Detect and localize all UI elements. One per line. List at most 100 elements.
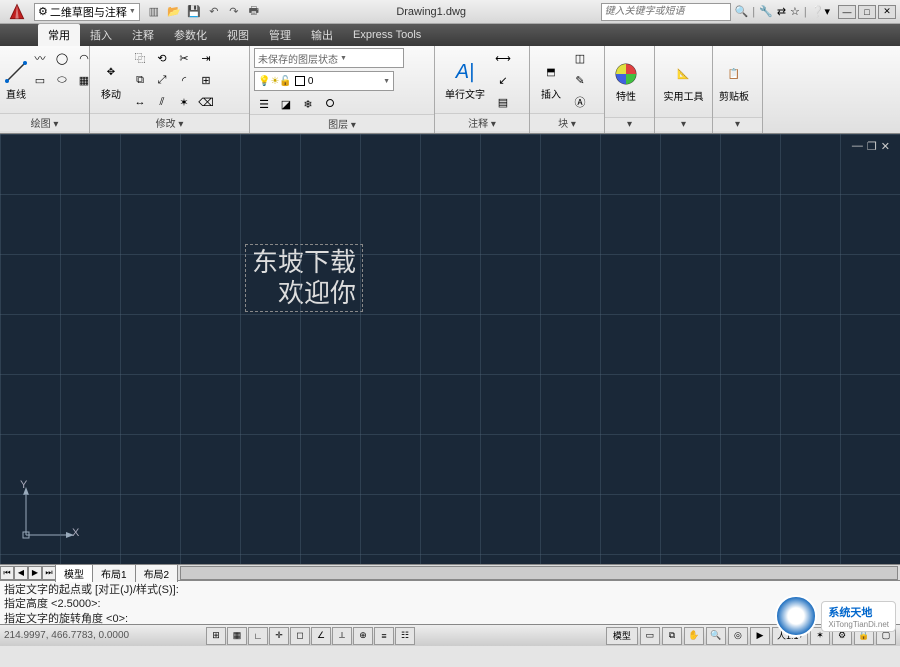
tab-parametric[interactable]: 参数化 xyxy=(164,24,217,46)
copy-icon[interactable]: ⿻ xyxy=(130,48,150,68)
anno-scale-label[interactable]: 人 1:1▾ xyxy=(772,627,808,645)
ortho-toggle[interactable]: ∟ xyxy=(248,627,268,645)
workspace-switch-icon[interactable]: ⚙ xyxy=(832,627,852,645)
offset-icon[interactable]: ⫽ xyxy=(152,92,172,112)
redo-icon[interactable]: ↷ xyxy=(226,4,242,20)
zoom-icon[interactable]: 🔍 xyxy=(706,627,726,645)
lwt-toggle[interactable]: ≡ xyxy=(374,627,394,645)
panel-util-title[interactable]: ▾ xyxy=(655,117,712,131)
coordinates-readout[interactable]: 214.9997, 466.7783, 0.0000 xyxy=(4,630,204,641)
rectangle-icon[interactable]: ▭ xyxy=(30,70,50,90)
properties-button[interactable]: 特性 xyxy=(609,48,643,117)
open-icon[interactable]: 📂 xyxy=(166,4,182,20)
panel-clip-title[interactable]: ▾ xyxy=(713,117,762,131)
model-space-button[interactable]: 模型 xyxy=(606,627,638,645)
panel-prop-title[interactable]: ▾ xyxy=(605,117,654,131)
new-icon[interactable]: ▥ xyxy=(146,4,162,20)
ellipse-icon[interactable]: ⬭ xyxy=(52,70,72,90)
qp-toggle[interactable]: ☷ xyxy=(395,627,415,645)
search-input[interactable] xyxy=(601,3,731,21)
panel-layer-title[interactable]: 图层 ▾ xyxy=(250,114,434,132)
doc-minimize-button[interactable]: — xyxy=(852,140,863,153)
stretch-icon[interactable]: ↔ xyxy=(130,92,150,112)
maximize-button[interactable]: □ xyxy=(858,5,876,19)
dimension-icon[interactable]: ⟷ xyxy=(493,48,513,68)
array-icon[interactable]: ⊞ xyxy=(196,70,216,90)
minimize-button[interactable]: — xyxy=(838,5,856,19)
showmotion-icon[interactable]: ▶ xyxy=(750,627,770,645)
close-button[interactable]: ✕ xyxy=(878,5,896,19)
dyn-toggle[interactable]: ⊕ xyxy=(353,627,373,645)
circle-icon[interactable]: ◯ xyxy=(52,48,72,68)
layer-freeze-icon[interactable]: ❄ xyxy=(298,94,318,114)
attrib-icon[interactable]: Ⓐ xyxy=(570,92,590,112)
tab-manage[interactable]: 管理 xyxy=(259,24,301,46)
toolbar-lock-icon[interactable]: 🔒 xyxy=(854,627,874,645)
table-icon[interactable]: ▤ xyxy=(493,92,513,112)
mirror-icon[interactable]: ⧉ xyxy=(130,70,150,90)
tab-prev-button[interactable]: ◀ xyxy=(14,566,28,580)
tab-annotate[interactable]: 注释 xyxy=(122,24,164,46)
pan-icon[interactable]: ✋ xyxy=(684,627,704,645)
binoculars-icon[interactable]: 🔍 xyxy=(735,5,749,18)
tab-home[interactable]: 常用 xyxy=(38,24,80,46)
undo-icon[interactable]: ↶ xyxy=(206,4,222,20)
osnap-toggle[interactable]: ◻ xyxy=(290,627,310,645)
panel-annot-title[interactable]: 注释 ▾ xyxy=(435,113,529,131)
anno-visibility-icon[interactable]: ✶ xyxy=(810,627,830,645)
layer-off-icon[interactable]: ⭘ xyxy=(320,94,340,114)
quickview-drawings-icon[interactable]: ⧉ xyxy=(662,627,682,645)
save-icon[interactable]: 💾 xyxy=(186,4,202,20)
scale-icon[interactable]: ⤢ xyxy=(152,70,172,90)
layout2-tab[interactable]: 布局2 xyxy=(135,564,179,582)
tab-output[interactable]: 输出 xyxy=(301,24,343,46)
drawing-canvas[interactable]: — ❐ ✕ 东坡下载 欢迎你 Y X xyxy=(0,134,900,564)
clean-screen-icon[interactable]: ▢ xyxy=(876,627,896,645)
create-block-icon[interactable]: ◫ xyxy=(570,48,590,68)
otrack-toggle[interactable]: ∠ xyxy=(311,627,331,645)
leader-icon[interactable]: ↙ xyxy=(493,70,513,90)
panel-draw-title[interactable]: 绘图 ▾ xyxy=(0,113,89,131)
rotate-icon[interactable]: ⟲ xyxy=(152,48,172,68)
layer-state-dropdown[interactable]: 未保存的图层状态▼ xyxy=(254,48,404,68)
panel-block-title[interactable]: 块 ▾ xyxy=(530,113,604,131)
tab-view[interactable]: 视图 xyxy=(217,24,259,46)
insert-button[interactable]: ⬒ 插入 xyxy=(534,48,568,113)
star-icon[interactable]: ☆ xyxy=(790,5,800,18)
tab-express[interactable]: Express Tools xyxy=(343,26,431,44)
clipboard-button[interactable]: 📋 剪贴板 xyxy=(717,48,751,117)
command-window[interactable]: 指定文字的起点或 [对正(J)/样式(S)]: 指定高度 <2.5000>: 指… xyxy=(0,580,900,624)
move-button[interactable]: ✥ 移动 xyxy=(94,48,128,113)
polar-toggle[interactable]: ✛ xyxy=(269,627,289,645)
horizontal-scrollbar[interactable] xyxy=(180,566,898,580)
tab-insert[interactable]: 插入 xyxy=(80,24,122,46)
fillet-icon[interactable]: ◜ xyxy=(174,70,194,90)
extend-icon[interactable]: ⇥ xyxy=(196,48,216,68)
ducs-toggle[interactable]: ⟂ xyxy=(332,627,352,645)
layer-iso-icon[interactable]: ◪ xyxy=(276,94,296,114)
polyline-icon[interactable]: 〰 xyxy=(30,48,50,68)
text-button[interactable]: A| 单行文字 xyxy=(439,48,491,113)
panel-modify-title[interactable]: 修改 ▾ xyxy=(90,113,249,131)
edit-block-icon[interactable]: ✎ xyxy=(570,70,590,90)
line-button[interactable]: 直线 xyxy=(4,48,28,113)
snap-toggle[interactable]: ⊞ xyxy=(206,627,226,645)
doc-restore-button[interactable]: ❐ xyxy=(867,140,877,153)
tab-first-button[interactable]: ⏮ xyxy=(0,566,14,580)
grid-toggle[interactable]: ▦ xyxy=(227,627,247,645)
workspace-dropdown[interactable]: ⚙ 二维草图与注释 ▼ xyxy=(34,3,140,21)
layout1-tab[interactable]: 布局1 xyxy=(92,564,136,582)
layer-dropdown[interactable]: 💡 ☀ 🔓 0 ▼ xyxy=(254,71,394,91)
quickview-layouts-icon[interactable]: ▭ xyxy=(640,627,660,645)
tab-next-button[interactable]: ▶ xyxy=(28,566,42,580)
utilities-button[interactable]: 📐 实用工具 xyxy=(659,48,708,117)
steering-wheel-icon[interactable]: ◎ xyxy=(728,627,748,645)
model-tab[interactable]: 模型 xyxy=(55,564,93,582)
print-icon[interactable]: 🖶 xyxy=(246,4,262,20)
layer-props-icon[interactable]: ☰ xyxy=(254,94,274,114)
erase-icon[interactable]: ⌫ xyxy=(196,92,216,112)
key-icon[interactable]: 🔧 xyxy=(759,5,773,18)
help-icon[interactable]: ❔▾ xyxy=(811,5,830,18)
app-menu-button[interactable] xyxy=(2,2,32,22)
doc-close-button[interactable]: ✕ xyxy=(881,140,890,153)
